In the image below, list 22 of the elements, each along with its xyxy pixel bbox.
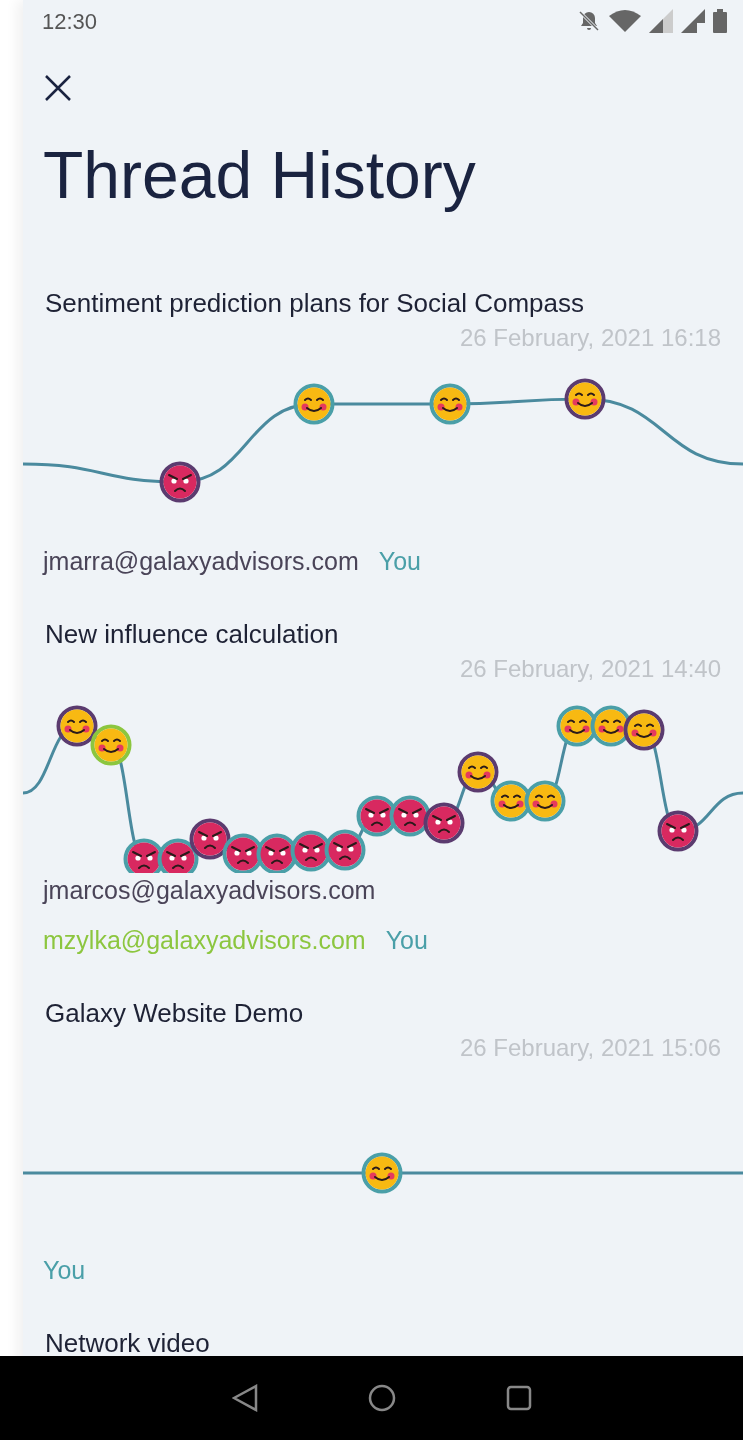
roaming-signal-icon xyxy=(681,9,705,33)
bell-off-icon xyxy=(577,9,601,33)
participant: You xyxy=(385,925,428,957)
participant: You xyxy=(43,1255,86,1287)
page-title: Thread History xyxy=(42,137,476,214)
thread-title[interactable]: Sentiment prediction plans for Social Compass xyxy=(23,286,585,320)
signal-icon xyxy=(649,9,673,33)
recents-icon[interactable] xyxy=(505,1385,532,1411)
participant: jmarra@galaxyadvisors.com xyxy=(43,546,359,578)
participant: mzylka@galaxyadvisors.com xyxy=(43,925,366,957)
thread-title[interactable]: Galaxy Website Demo xyxy=(23,996,304,1030)
participant: You xyxy=(378,546,421,578)
thread-title[interactable]: New influence calculation xyxy=(23,617,339,651)
participant: jmarcos@galaxyadvisors.com xyxy=(43,875,376,907)
thread-title[interactable]: Network video xyxy=(23,1326,210,1360)
battery-icon xyxy=(713,9,727,33)
back-icon[interactable] xyxy=(231,1384,258,1412)
close-button[interactable] xyxy=(43,73,73,103)
home-icon[interactable] xyxy=(367,1384,396,1412)
wifi-icon xyxy=(609,10,641,32)
status-time: 12:30 xyxy=(42,7,98,36)
close-icon xyxy=(44,74,72,102)
